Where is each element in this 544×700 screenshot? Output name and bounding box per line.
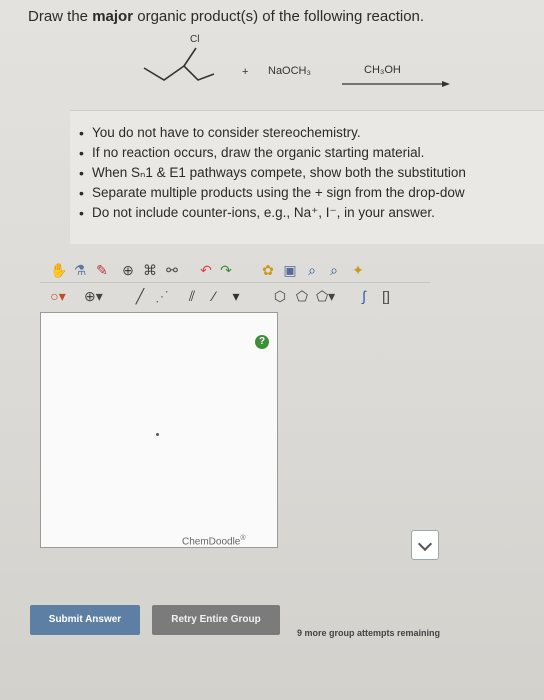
toolbar-top: ✋ ⚗ ✎ ⊕ ⌘ ⚯ ↶ ↷ ✿ ▣ ⌕ ⌕ ✦ — [50, 262, 410, 282]
dashed-bond-icon[interactable]: ⋰ — [154, 288, 170, 304]
note-item: Separate multiple products using the + s… — [79, 183, 544, 203]
submit-answer-button[interactable]: Submit Answer — [30, 605, 140, 635]
solvent-label: CH₃OH — [364, 64, 401, 76]
pentagon-icon[interactable]: ⬠ — [294, 288, 310, 304]
arrow-head — [442, 81, 450, 87]
carbon-skeleton — [143, 64, 215, 81]
template-icon[interactable]: ⌘ — [142, 262, 158, 278]
plus-sign: + — [242, 66, 249, 78]
hexagon-icon[interactable]: ⬡ — [272, 288, 288, 304]
note-item: You do not have to consider stereochemis… — [79, 123, 544, 143]
chevron-down-icon — [417, 536, 433, 552]
drawing-canvas[interactable]: ? ChemDoodle® — [40, 312, 278, 548]
bold-bond-icon[interactable]: ⁄ — [206, 288, 222, 304]
text-icon[interactable]: ✿ — [260, 262, 276, 278]
product-separator-dropdown[interactable] — [411, 530, 439, 560]
clear-icon[interactable]: ✦ — [350, 262, 366, 278]
double-bond-icon[interactable]: ⫽ — [184, 288, 200, 304]
bond-icon[interactable]: ⚯ — [164, 262, 180, 278]
note-item: When Sₙ1 & E1 pathways compete, show bot… — [79, 163, 544, 183]
note-item: Do not include counter-ions, e.g., Na⁺, … — [79, 203, 544, 223]
add-atom-icon[interactable]: ⊕▾ — [84, 288, 103, 304]
ring-icon[interactable]: ⊕ — [120, 262, 136, 278]
cl-label: Cl — [190, 34, 200, 45]
instructions-box: You do not have to consider stereochemis… — [70, 110, 544, 244]
charge-dropdown-icon[interactable]: ○▾ — [50, 288, 66, 304]
redo-icon[interactable]: ↷ — [218, 262, 234, 278]
attempts-remaining: 9 more group attempts remaining — [297, 628, 441, 638]
help-icon[interactable]: ? — [255, 335, 269, 349]
chemdoodle-branding: ChemDoodle® — [182, 535, 246, 548]
formula-icon[interactable]: ∫ — [356, 288, 372, 304]
toolbar-divider — [40, 282, 430, 283]
cl-bond — [183, 47, 197, 67]
zoom-out-icon[interactable]: ⌕ — [326, 262, 342, 278]
note-item: If no reaction occurs, draw the organic … — [79, 143, 544, 163]
toolbar-bottom: ○▾ ⊕▾ ╱ ⋰ ⫽ ⁄ ▾ ⬡ ⬠ ⬠▾ ∫ [] — [50, 288, 430, 308]
bond-dropdown-icon[interactable]: ▾ — [228, 288, 244, 304]
question-text: Draw the major organic product(s) of the… — [28, 8, 425, 25]
pencil-icon[interactable]: ✎ — [94, 262, 110, 278]
undo-icon[interactable]: ↶ — [198, 262, 214, 278]
hand-icon[interactable]: ✋ — [50, 262, 67, 278]
bracket-icon[interactable]: [] — [378, 288, 394, 304]
reaction-scheme: Cl + NaOCH₃ CH₃OH — [130, 30, 460, 100]
retry-group-button[interactable]: Retry Entire Group — [152, 605, 280, 635]
canvas-point — [156, 433, 159, 436]
flask-icon[interactable]: ⚗ — [72, 262, 88, 278]
ring-dropdown-icon[interactable]: ⬠▾ — [316, 288, 335, 304]
single-bond-icon[interactable]: ╱ — [132, 288, 148, 304]
open-icon[interactable]: ▣ — [282, 262, 298, 278]
reagent-label: NaOCH₃ — [268, 65, 311, 77]
zoom-in-icon[interactable]: ⌕ — [304, 262, 320, 278]
